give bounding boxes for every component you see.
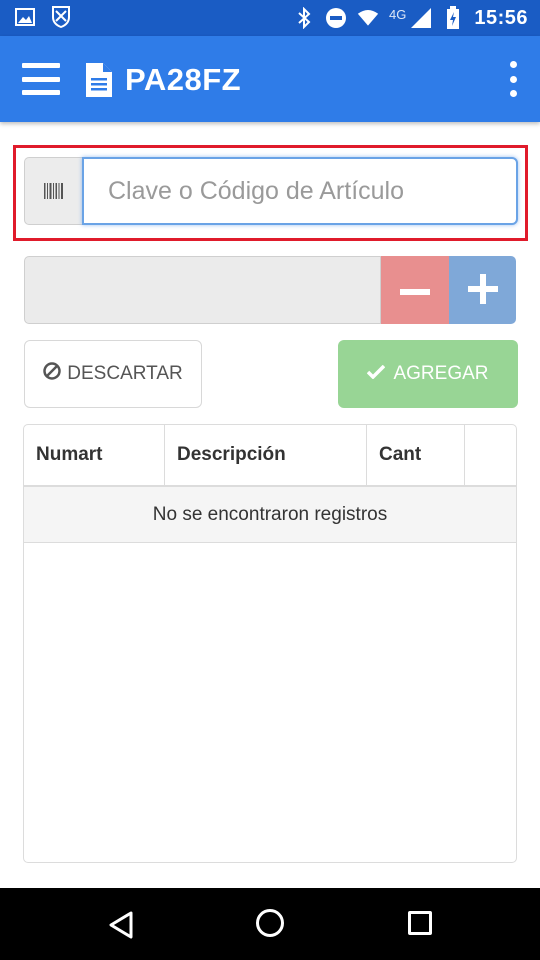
column-descripcion[interactable]: Descripción	[165, 425, 367, 485]
page-title: PA28FZ	[125, 62, 242, 97]
more-vert-icon[interactable]	[508, 61, 518, 97]
increment-button[interactable]	[449, 256, 516, 324]
add-button[interactable]: AGREGAR	[338, 340, 518, 408]
add-label: AGREGAR	[393, 363, 489, 384]
bluetooth-icon	[293, 7, 315, 29]
decrement-button[interactable]	[381, 256, 449, 324]
article-code-input[interactable]	[82, 157, 518, 225]
image-icon	[14, 6, 36, 28]
do-not-disturb-icon	[325, 7, 347, 29]
clock: 15:56	[474, 6, 528, 29]
app-bar: PA28FZ	[0, 36, 540, 122]
minus-icon	[400, 283, 430, 298]
check-icon	[367, 363, 386, 385]
plus-icon	[467, 273, 498, 307]
search-group	[24, 157, 518, 225]
ban-icon	[43, 362, 62, 386]
network-type: 4G	[389, 6, 407, 22]
column-actions	[465, 425, 516, 485]
shield-icon	[50, 6, 72, 28]
status-bar: 4G 15:56	[0, 0, 540, 36]
quantity-stepper	[24, 256, 516, 324]
table-header: Numart Descripción Cant	[24, 425, 516, 487]
signal-icon	[410, 7, 432, 29]
system-nav-bar	[0, 888, 540, 960]
barcode-icon[interactable]	[24, 157, 82, 225]
back-icon[interactable]	[108, 911, 134, 944]
column-cant[interactable]: Cant	[367, 425, 465, 485]
recents-icon[interactable]	[408, 911, 432, 935]
items-table: Numart Descripción Cant No se encontraro…	[23, 424, 517, 863]
quantity-input[interactable]	[24, 256, 381, 324]
battery-icon	[442, 6, 464, 29]
empty-message: No se encontraron registros	[24, 487, 516, 543]
document-icon	[84, 62, 114, 98]
discard-label: DESCARTAR	[67, 363, 183, 384]
column-numart[interactable]: Numart	[24, 425, 165, 485]
home-icon[interactable]	[256, 909, 284, 937]
wifi-icon	[357, 7, 379, 29]
hamburger-icon[interactable]	[22, 63, 60, 95]
discard-button[interactable]: DESCARTAR	[24, 340, 202, 408]
